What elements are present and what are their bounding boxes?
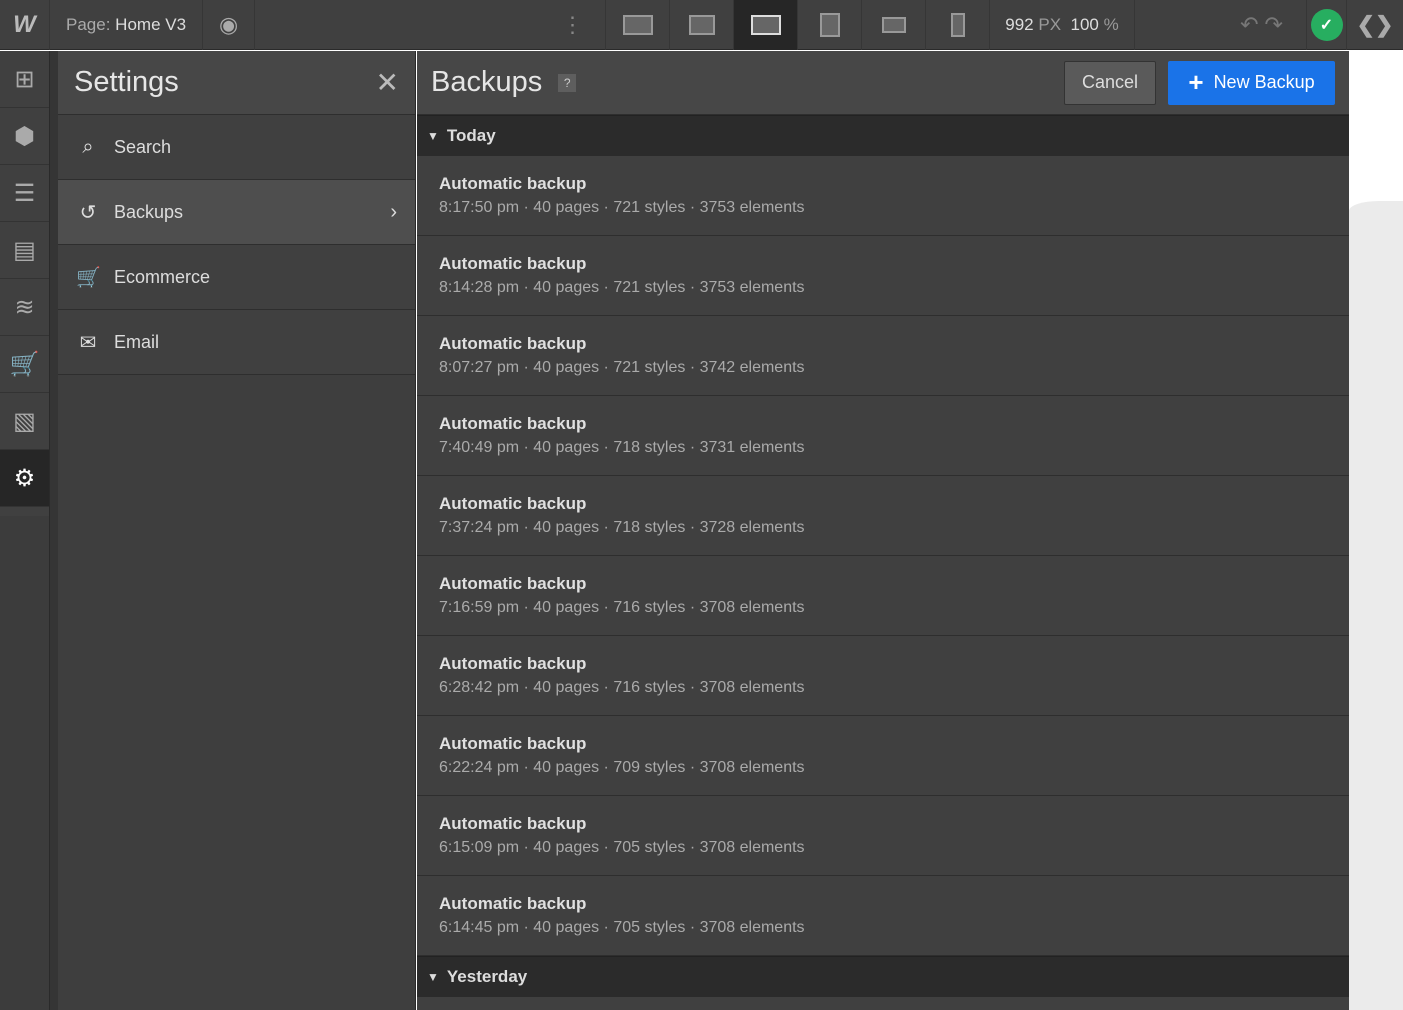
backup-row[interactable]: Automatic backup 7:16:59 pm · 40 pages · … (417, 556, 1349, 636)
backup-title: Automatic backup (439, 734, 587, 753)
check-icon: ✓ (1310, 8, 1343, 41)
backup-row[interactable]: Automatic backup 8:07:27 pm · 40 pages · … (417, 316, 1349, 396)
backup-title: Automatic backup (439, 334, 587, 353)
backup-details: 6:22:24 pm · 40 pages · 709 styles · 370… (439, 759, 805, 776)
backup-title: Automatic backup (439, 174, 587, 193)
history-icon: ↺ (79, 201, 97, 224)
settings-gear-icon[interactable]: ⚙ (0, 450, 49, 507)
settings-title: Settings (74, 66, 179, 98)
caret-down-icon: ▼ (427, 129, 439, 143)
code-icon[interactable]: ❮❯ (1347, 0, 1403, 50)
backups-panel: Backups ? Cancel + New Backup ▼ Today Autom… (417, 51, 1349, 1010)
caret-down-icon: ▼ (427, 970, 439, 984)
undo-redo: ↶ ↷ (1217, 0, 1307, 50)
settings-item-search[interactable]: ⌕ Search (58, 115, 415, 180)
backup-row[interactable]: Automatic backup 7:37:24 pm · 40 pages · … (417, 476, 1349, 556)
laptop-star-icon (750, 14, 781, 35)
search-icon: ⌕ (82, 135, 94, 158)
cancel-button[interactable]: Cancel (1064, 60, 1156, 105)
add-panel-icon[interactable]: ⊞ (0, 51, 49, 108)
backup-title: Automatic backup (439, 254, 587, 273)
backup-details: 6:14:45 pm · 40 pages · 705 styles · 370… (439, 919, 805, 936)
new-backup-button[interactable]: + New Backup (1168, 60, 1335, 105)
group-header-today[interactable]: ▼ Today (417, 115, 1349, 156)
backup-details: 6:28:42 pm · 40 pages · 716 styles · 370… (439, 679, 805, 696)
backup-details: 8:17:50 pm · 40 pages · 721 styles · 375… (439, 199, 805, 216)
page-selector[interactable]: Page: Home V3 (50, 0, 204, 50)
plus-icon: + (1188, 67, 1204, 97)
backup-details: 7:16:59 pm · 40 pages · 716 styles · 370… (439, 599, 805, 616)
backup-details: 6:15:09 pm · 40 pages · 705 styles · 370… (439, 839, 805, 856)
phone-portrait-icon (950, 12, 965, 37)
assets-icon[interactable]: ▧ (0, 393, 49, 450)
chevron-right-icon: › (390, 200, 397, 223)
breakpoint-mobile-landscape[interactable] (862, 0, 926, 50)
settings-item-backups[interactable]: ↺ Backups › (58, 180, 415, 245)
breakpoint-mobile-portrait[interactable] (926, 0, 990, 50)
top-toolbar: W Page: Home V3 ◉ ⋮ 992 PX 100 % ↶ ↷ ✓ ❮❯ (0, 0, 1403, 50)
backups-title: Backups (431, 66, 543, 98)
settings-panel: Settings ✕ ⌕ Search ↺ Backups › 🛒 Ecommerce ✉… (58, 51, 416, 1010)
publish-status[interactable]: ✓ (1307, 0, 1347, 50)
backup-details: 7:40:49 pm · 40 pages · 718 styles · 373… (439, 439, 805, 456)
redo-icon[interactable]: ↷ (1265, 12, 1283, 38)
backup-row[interactable]: Automatic backup 8:17:50 pm · 40 pages · … (417, 156, 1349, 236)
backup-details: 7:37:24 pm · 40 pages · 718 styles · 372… (439, 519, 805, 536)
backup-row[interactable]: Automatic backup 6:14:45 pm · 40 pages · … (417, 876, 1349, 956)
more-options-icon[interactable]: ⋮ (540, 0, 606, 50)
settings-item-ecommerce[interactable]: 🛒 Ecommerce (58, 245, 415, 310)
cart-icon: 🛒 (76, 266, 101, 289)
backup-details: 8:14:28 pm · 40 pages · 721 styles · 375… (439, 279, 805, 296)
breakpoint-tablet[interactable] (798, 0, 862, 50)
backup-title: Automatic backup (439, 654, 587, 673)
tablet-icon (819, 12, 840, 37)
phone-landscape-icon (881, 16, 906, 33)
breakpoint-base[interactable] (734, 0, 798, 50)
backup-title: Automatic backup (439, 574, 587, 593)
left-icon-bar: ⊞ ⬢ ☰ ▤ ≋ 🛒 ▧ ⚙ (0, 51, 50, 1010)
backup-row[interactable]: Automatic backup 8:14:28 pm · 40 pages · … (417, 236, 1349, 316)
backup-title: Automatic backup (439, 494, 587, 513)
cms-database-icon[interactable]: ≋ (0, 279, 49, 336)
mail-icon: ✉ (79, 331, 97, 354)
backup-title: Automatic backup (439, 894, 587, 913)
canvas-size-readout: 992 PX 100 % (990, 0, 1135, 50)
backup-row[interactable]: Automatic backup 7:40:49 pm · 40 pages · … (417, 396, 1349, 476)
backup-row[interactable]: Automatic backup 6:28:42 pm · 40 pages · … (417, 636, 1349, 716)
backup-row[interactable]: Automatic backup 6:15:09 pm · 40 pages · … (417, 796, 1349, 876)
group-header-yesterday[interactable]: ▼ Yesterday (417, 956, 1349, 997)
help-icon[interactable]: ? (558, 73, 577, 92)
monitor-icon (622, 14, 653, 35)
page-name: Home V3 (115, 14, 187, 34)
backup-row[interactable]: Automatic backup 6:22:24 pm · 40 pages · … (417, 716, 1349, 796)
navigator-icon[interactable]: ☰ (0, 165, 49, 222)
backup-title: Automatic backup (439, 414, 587, 433)
settings-item-email[interactable]: ✉ Email (58, 310, 415, 375)
close-icon[interactable]: ✕ (376, 66, 399, 99)
backup-title: Automatic backup (439, 814, 587, 833)
symbols-cube-icon[interactable]: ⬢ (0, 108, 49, 165)
undo-icon[interactable]: ↶ (1240, 12, 1258, 38)
ecommerce-cart-icon[interactable]: 🛒 (0, 336, 49, 393)
backup-details: 8:07:27 pm · 40 pages · 721 styles · 374… (439, 359, 805, 376)
breakpoint-desktop[interactable] (670, 0, 734, 50)
preview-eye-icon[interactable]: ◉ (203, 0, 256, 50)
breakpoint-large-desktop[interactable] (606, 0, 670, 50)
pages-icon[interactable]: ▤ (0, 222, 49, 279)
monitor-icon (688, 14, 715, 35)
webflow-logo[interactable]: W (0, 0, 50, 50)
